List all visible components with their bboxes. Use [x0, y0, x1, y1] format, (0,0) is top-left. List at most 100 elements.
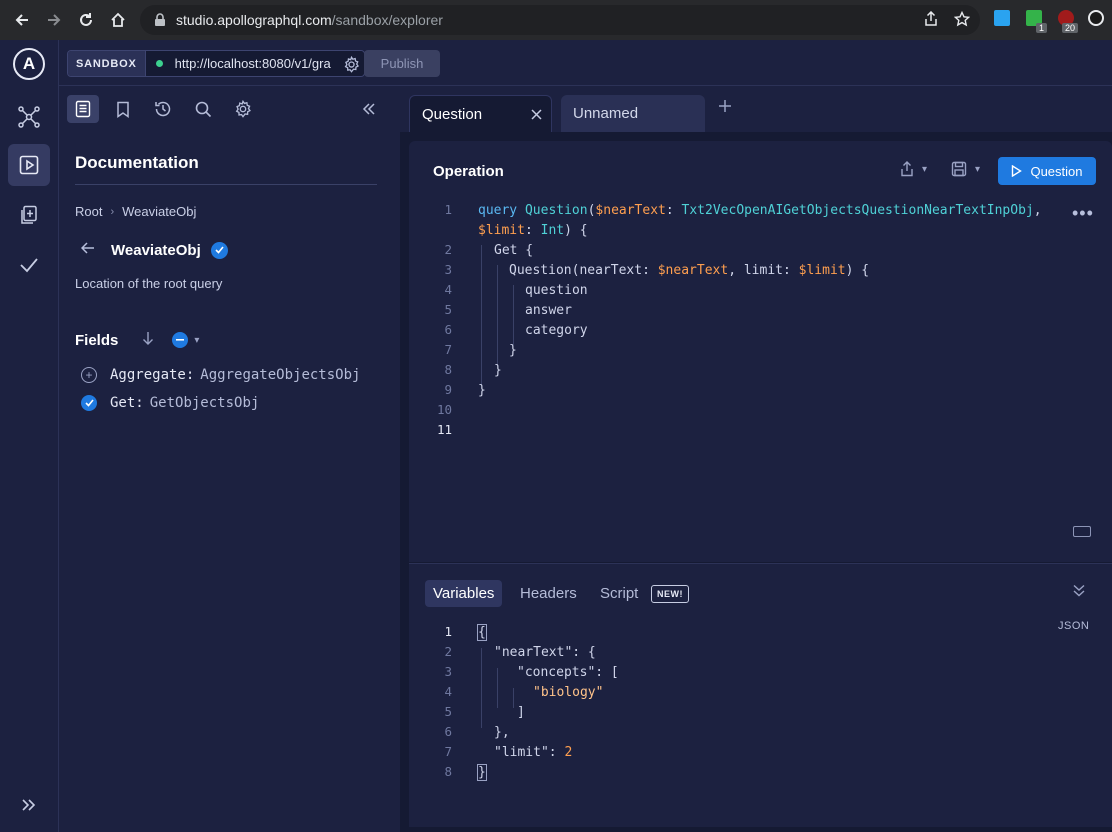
- line-number: 11: [436, 422, 452, 437]
- extension-badge: 20: [1062, 23, 1079, 33]
- keyboard-shortcuts-icon[interactable]: [1073, 526, 1091, 537]
- minus-circle-icon: [172, 332, 189, 348]
- extension-badge: 1: [1036, 23, 1048, 33]
- explorer-icon[interactable]: [8, 144, 50, 186]
- code-line: }: [494, 363, 502, 378]
- type-description: Location of the root query: [75, 276, 223, 291]
- add-field-icon[interactable]: +: [81, 367, 97, 383]
- share-icon: [901, 161, 913, 177]
- reload-icon[interactable]: [70, 0, 102, 40]
- line-number: 6: [444, 724, 452, 739]
- add-tab-icon[interactable]: [718, 96, 732, 119]
- select-all-fields-toggle[interactable]: ▾: [172, 332, 199, 348]
- code-punct: ) {: [845, 263, 870, 278]
- play-icon: [1012, 165, 1023, 177]
- code-punct: :: [665, 203, 682, 218]
- code-line: question: [525, 283, 588, 298]
- documentation-icon[interactable]: [67, 95, 99, 123]
- endpoint-input[interactable]: http://localhost:8080/v1/gra: [145, 51, 364, 76]
- search-icon[interactable]: [187, 95, 219, 123]
- code-punct: ,: [728, 263, 744, 278]
- endpoint-url: http://localhost:8080/v1/gra: [174, 56, 331, 71]
- indent-guide: [497, 265, 498, 365]
- share-icon[interactable]: [924, 10, 938, 31]
- star-icon[interactable]: [953, 10, 971, 31]
- checked-circle-icon[interactable]: [81, 395, 97, 411]
- back-arrow-icon[interactable]: [6, 0, 38, 40]
- checked-circle-icon[interactable]: [210, 241, 228, 259]
- variables-panel: Variables Headers Script NEW! JSON 1 2 3…: [409, 563, 1112, 827]
- code-punct: : [: [595, 665, 619, 680]
- code-token: Question: [524, 203, 588, 218]
- more-options-icon[interactable]: •••: [1072, 203, 1094, 224]
- tab-variables[interactable]: Variables: [425, 580, 503, 607]
- field-row-aggregate[interactable]: + Aggregate: AggregateObjectsObj: [81, 367, 360, 383]
- field-type[interactable]: AggregateObjectsObj: [200, 367, 360, 383]
- run-query-button[interactable]: Question: [998, 157, 1096, 185]
- collapse-panel-icon[interactable]: [1073, 584, 1085, 600]
- breadcrumb-current: WeaviateObj: [122, 204, 197, 219]
- line-number: 3: [444, 262, 452, 277]
- close-icon[interactable]: [527, 105, 545, 123]
- breadcrumb-root[interactable]: Root: [75, 204, 102, 219]
- schema-icon[interactable]: [8, 96, 50, 138]
- code-token: $limit: [798, 263, 846, 278]
- lock-icon: [155, 13, 165, 26]
- bookmark-icon[interactable]: [107, 95, 139, 123]
- publish-button[interactable]: Publish: [364, 50, 440, 77]
- documentation-panel: Documentation Root › WeaviateObj Weaviat…: [59, 86, 400, 832]
- tab-script[interactable]: Script: [592, 580, 646, 607]
- line-number: 1: [444, 202, 452, 217]
- code-punct: ) {: [564, 223, 588, 238]
- fields-label: Fields: [75, 331, 119, 349]
- json-key: "concepts": [517, 665, 596, 680]
- json-key: "limit": [494, 745, 549, 760]
- home-icon[interactable]: [102, 0, 134, 40]
- json-key: "nearText": [494, 645, 573, 660]
- field-type[interactable]: GetObjectsObj: [150, 395, 260, 411]
- line-number: 5: [444, 302, 452, 317]
- code-line: Get {: [494, 243, 534, 258]
- sort-arrow-down-icon[interactable]: [142, 331, 154, 349]
- tab-unnamed[interactable]: Unnamed: [561, 95, 705, 132]
- checks-icon[interactable]: [8, 194, 50, 236]
- code-line: category: [525, 323, 588, 338]
- history-icon[interactable]: [147, 95, 179, 123]
- code-line: },: [494, 725, 510, 740]
- apollo-logo[interactable]: A: [13, 48, 45, 80]
- save-operation-menu[interactable]: ▾: [951, 161, 980, 177]
- chevron-down-icon: ▾: [922, 163, 928, 175]
- code-token: Question: [509, 263, 572, 278]
- code-token: limit: [743, 263, 783, 278]
- json-brace: {: [477, 624, 487, 641]
- tab-question[interactable]: Question: [409, 95, 552, 132]
- back-arrow-icon[interactable]: [80, 241, 95, 259]
- breadcrumb: Root › WeaviateObj: [75, 204, 196, 219]
- code-punct: :: [782, 263, 799, 278]
- gear-icon[interactable]: [341, 54, 362, 74]
- indent-guide: [513, 688, 514, 708]
- fields-header: Fields ▾: [75, 331, 199, 349]
- field-name: Aggregate: [110, 367, 186, 383]
- double-chevron-right-icon[interactable]: [8, 784, 50, 826]
- forward-arrow-icon[interactable]: [38, 0, 70, 40]
- url-path: /sandbox/explorer: [331, 12, 443, 28]
- share-operation-menu[interactable]: ▾: [900, 161, 927, 177]
- settings-gear-icon[interactable]: [227, 95, 259, 123]
- code-token: Txt2VecOpenAIGetObjectsQuestionNearTextI…: [681, 203, 1034, 218]
- new-badge: NEW!: [651, 585, 689, 603]
- tab-headers[interactable]: Headers: [512, 580, 585, 607]
- json-format-label: JSON: [1058, 620, 1090, 632]
- address-bar[interactable]: studio.apollographql.com/sandbox/explore…: [140, 5, 980, 35]
- indent-guide: [481, 648, 482, 728]
- check-icon[interactable]: [8, 244, 50, 286]
- code-line: "limit": 2: [494, 743, 572, 763]
- type-name: WeaviateObj: [111, 241, 201, 259]
- extension-icon[interactable]: [994, 10, 1010, 26]
- field-row-get[interactable]: Get: GetObjectsObj: [81, 395, 259, 411]
- collapse-panel-icon[interactable]: [355, 95, 383, 123]
- operation-tabs: Question Unnamed: [400, 86, 1112, 132]
- extension-icon[interactable]: [1088, 10, 1104, 26]
- code-line: {: [477, 623, 487, 643]
- browser-toolbar: studio.apollographql.com/sandbox/explore…: [0, 0, 1112, 40]
